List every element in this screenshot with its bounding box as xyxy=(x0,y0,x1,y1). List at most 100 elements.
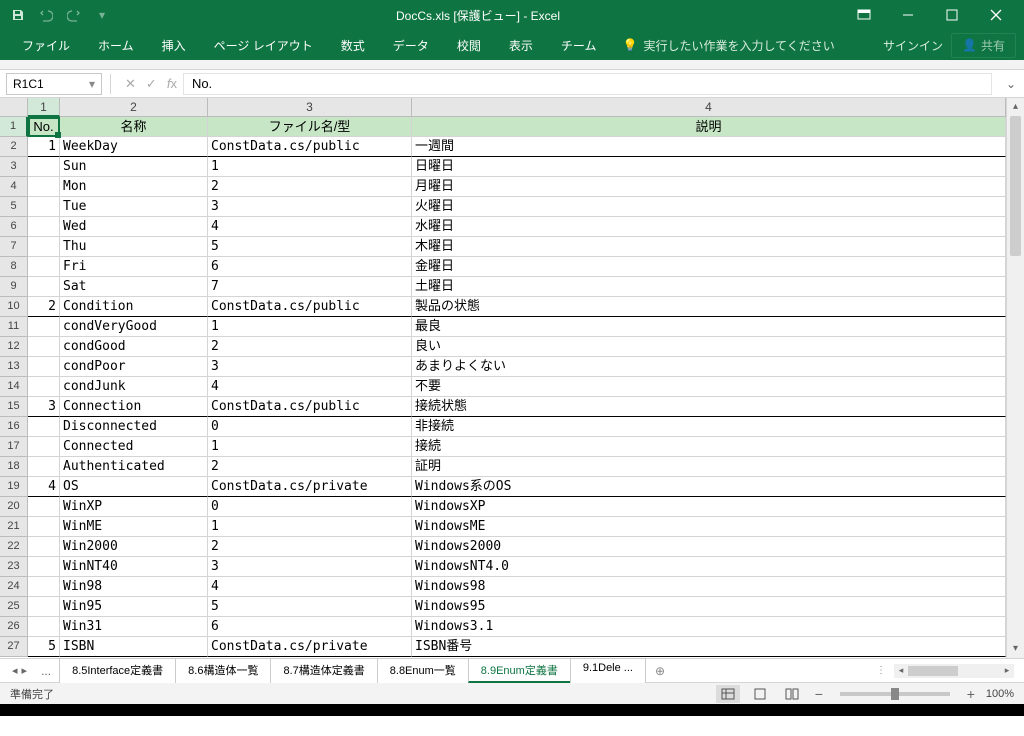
cell[interactable]: 接続状態 xyxy=(412,397,1006,417)
cell[interactable]: ConstData.cs/public xyxy=(208,137,412,157)
cell[interactable]: Windows98 xyxy=(412,577,1006,597)
row-header[interactable]: 4 xyxy=(0,177,28,197)
cell[interactable]: 接続 xyxy=(412,437,1006,457)
scroll-up-icon[interactable]: ▴ xyxy=(1007,98,1024,116)
tab-split-icon[interactable]: ⋮ xyxy=(872,665,890,676)
cell[interactable]: 一週間 xyxy=(412,137,1006,157)
cell[interactable] xyxy=(28,377,60,397)
ribbon-tab[interactable]: ページ レイアウト xyxy=(200,31,327,60)
ribbon-tab[interactable]: 校閲 xyxy=(443,31,495,60)
cell[interactable]: 4 xyxy=(208,577,412,597)
cancel-icon[interactable]: ✕ xyxy=(125,76,136,92)
cell[interactable] xyxy=(28,597,60,617)
cell[interactable] xyxy=(28,237,60,257)
cell[interactable]: Sat xyxy=(60,277,208,297)
cell[interactable]: Win31 xyxy=(60,617,208,637)
cell[interactable]: Windows系のOS xyxy=(412,477,1006,497)
view-page-break-icon[interactable] xyxy=(780,685,804,703)
cell[interactable]: Condition xyxy=(60,297,208,317)
cell[interactable] xyxy=(28,457,60,477)
cell[interactable]: 金曜日 xyxy=(412,257,1006,277)
enter-icon[interactable]: ✓ xyxy=(146,76,157,92)
header-cell[interactable]: 説明 xyxy=(412,117,1006,137)
cell[interactable]: WindowsXP xyxy=(412,497,1006,517)
cell[interactable]: Win95 xyxy=(60,597,208,617)
cell[interactable]: 5 xyxy=(28,637,60,657)
sheet-tab[interactable]: 8.5Interface定義書 xyxy=(59,658,176,683)
select-all-corner[interactable] xyxy=(0,98,28,117)
tab-nav-prev-icon[interactable]: ◂ xyxy=(12,664,18,677)
row-header[interactable]: 6 xyxy=(0,217,28,237)
cell[interactable]: WinME xyxy=(60,517,208,537)
cell[interactable] xyxy=(28,197,60,217)
cell[interactable]: 日曜日 xyxy=(412,157,1006,177)
scroll-down-icon[interactable]: ▾ xyxy=(1007,640,1024,658)
cell[interactable]: 3 xyxy=(208,197,412,217)
row-header[interactable]: 13 xyxy=(0,357,28,377)
row-header[interactable]: 20 xyxy=(0,497,28,517)
zoom-out-icon[interactable]: − xyxy=(812,686,826,702)
row-header[interactable]: 19 xyxy=(0,477,28,497)
cell[interactable]: 月曜日 xyxy=(412,177,1006,197)
row-header[interactable]: 15 xyxy=(0,397,28,417)
sheet-tab[interactable]: 8.8Enum一覧 xyxy=(377,658,469,683)
cell[interactable]: WindowsME xyxy=(412,517,1006,537)
row-header[interactable]: 12 xyxy=(0,337,28,357)
view-page-layout-icon[interactable] xyxy=(748,685,772,703)
cell[interactable]: 3 xyxy=(208,357,412,377)
name-box[interactable]: R1C1 ▾ xyxy=(6,73,102,95)
cell[interactable] xyxy=(28,157,60,177)
cell[interactable]: 証明 xyxy=(412,457,1006,477)
cell[interactable]: Mon xyxy=(60,177,208,197)
cell[interactable] xyxy=(28,437,60,457)
cell[interactable]: 1 xyxy=(208,157,412,177)
cell[interactable]: Win2000 xyxy=(60,537,208,557)
cell[interactable]: condGood xyxy=(60,337,208,357)
hscroll-thumb[interactable] xyxy=(908,666,958,676)
fx-icon[interactable]: fx xyxy=(167,76,177,91)
cell[interactable]: 2 xyxy=(208,177,412,197)
ribbon-tab[interactable]: 挿入 xyxy=(148,31,200,60)
qat-customize-icon[interactable]: ▾ xyxy=(92,5,112,25)
sheet-tab[interactable]: 8.6構造体一覧 xyxy=(175,658,271,683)
cell[interactable]: 2 xyxy=(28,297,60,317)
cell[interactable]: condPoor xyxy=(60,357,208,377)
add-sheet-icon[interactable]: ⊕ xyxy=(645,664,675,678)
cell[interactable]: WinXP xyxy=(60,497,208,517)
ribbon-tab[interactable]: ファイル xyxy=(8,31,84,60)
cell[interactable]: 0 xyxy=(208,497,412,517)
zoom-slider[interactable] xyxy=(840,692,950,696)
header-cell[interactable]: 名称 xyxy=(60,117,208,137)
cell[interactable]: ConstData.cs/private xyxy=(208,637,412,657)
cell[interactable]: Connected xyxy=(60,437,208,457)
scroll-left-icon[interactable]: ◂ xyxy=(894,665,908,676)
chevron-down-icon[interactable]: ▾ xyxy=(89,77,95,91)
ribbon-tab[interactable]: チーム xyxy=(547,31,611,60)
cell[interactable]: 最良 xyxy=(412,317,1006,337)
vscroll-thumb[interactable] xyxy=(1010,116,1021,256)
cell[interactable]: Connection xyxy=(60,397,208,417)
ribbon-tab[interactable]: ホーム xyxy=(84,31,148,60)
cell[interactable]: condJunk xyxy=(60,377,208,397)
cell[interactable]: Fri xyxy=(60,257,208,277)
cell[interactable]: 良い xyxy=(412,337,1006,357)
save-icon[interactable] xyxy=(8,5,28,25)
row-header[interactable]: 23 xyxy=(0,557,28,577)
cell[interactable]: OS xyxy=(60,477,208,497)
cell[interactable]: 3 xyxy=(28,397,60,417)
cell[interactable] xyxy=(28,317,60,337)
column-header[interactable]: 4 xyxy=(412,98,1006,117)
cell[interactable]: Wed xyxy=(60,217,208,237)
tab-overflow[interactable]: ... xyxy=(33,664,59,678)
cell[interactable]: ConstData.cs/public xyxy=(208,397,412,417)
cell[interactable] xyxy=(28,277,60,297)
zoom-thumb[interactable] xyxy=(891,688,899,700)
cell[interactable]: WinNT40 xyxy=(60,557,208,577)
undo-icon[interactable] xyxy=(36,5,56,25)
ribbon-tab[interactable]: データ xyxy=(379,31,443,60)
cell[interactable]: 非接続 xyxy=(412,417,1006,437)
cell[interactable]: Windows95 xyxy=(412,597,1006,617)
row-header[interactable]: 26 xyxy=(0,617,28,637)
cell[interactable] xyxy=(28,177,60,197)
signin-link[interactable]: サインイン xyxy=(883,37,943,54)
